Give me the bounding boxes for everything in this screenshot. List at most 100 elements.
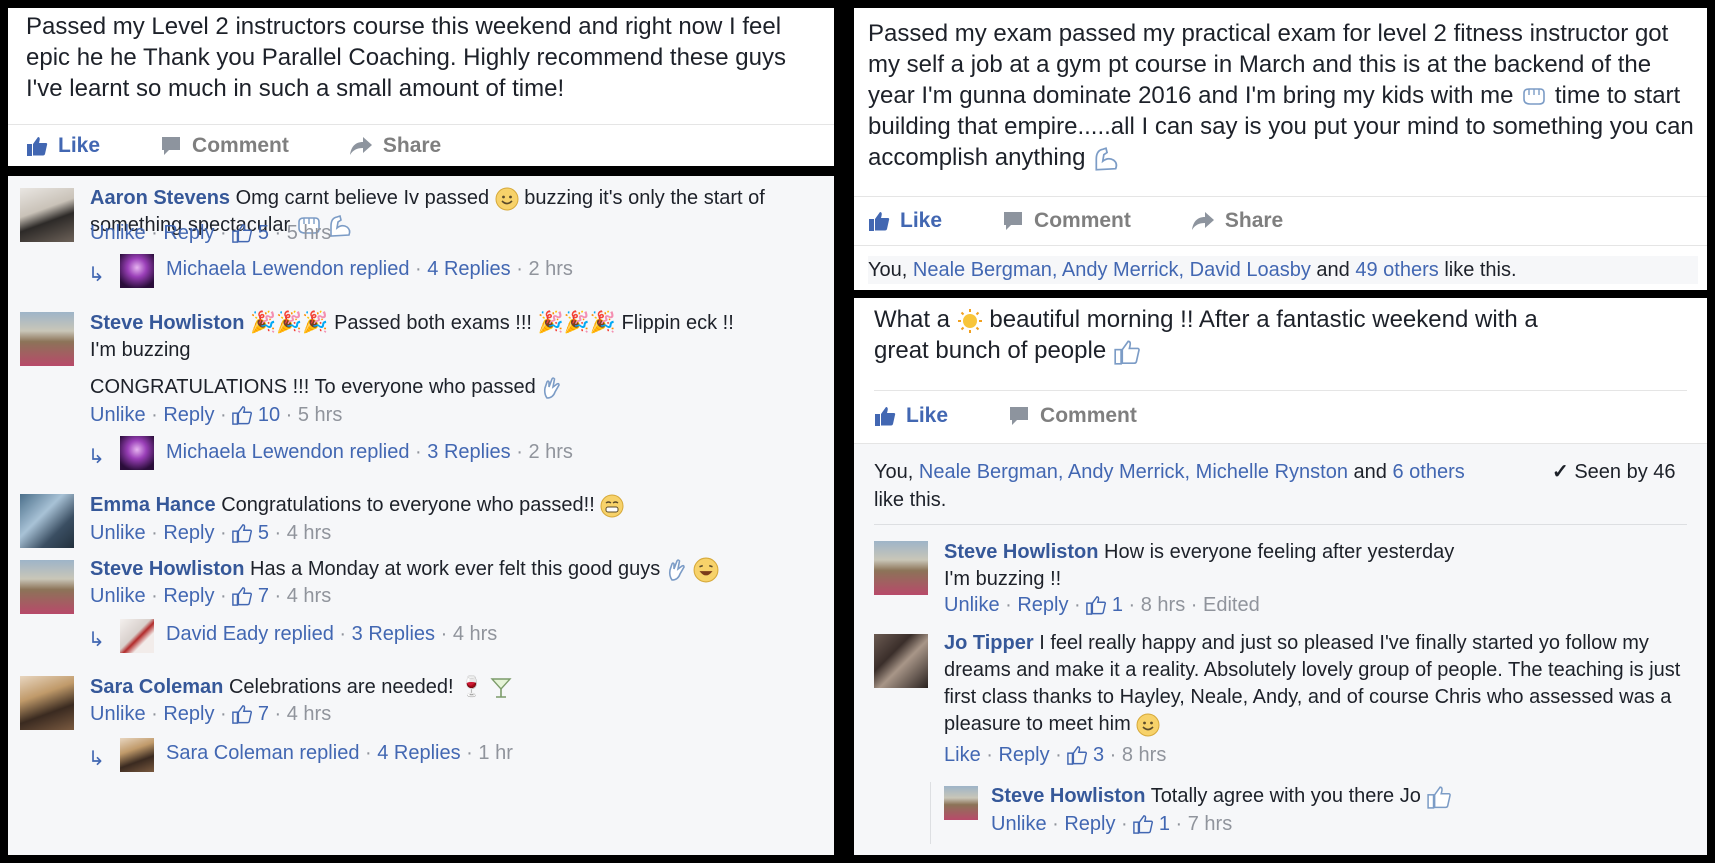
reply-link[interactable]: Reply <box>163 522 214 544</box>
avatar[interactable] <box>20 494 74 548</box>
seen-by[interactable]: ✓ Seen by 46 <box>1552 458 1676 486</box>
comment-time[interactable]: 5 hrs <box>298 404 342 426</box>
muscle-emoji-icon <box>1095 146 1118 171</box>
share-label: Share <box>382 134 442 157</box>
like-button[interactable]: Like <box>868 209 942 233</box>
liker-name[interactable]: Neale Bergman, <box>913 259 1058 281</box>
unlike-link[interactable]: Unlike <box>991 813 1047 835</box>
like-count[interactable]: 5 <box>258 222 269 244</box>
comment-time[interactable]: 8 hrs <box>1141 594 1185 616</box>
liker-name[interactable]: Michelle Rynston <box>1196 461 1348 483</box>
thumbs-up-icon <box>1086 596 1107 615</box>
avatar[interactable] <box>120 738 154 772</box>
post-text-part: Passed my exam passed my practical exam … <box>868 20 1669 109</box>
avatar[interactable] <box>874 634 928 688</box>
replies-link[interactable]: David Eady replied · 3 Replies · 4 hrs <box>166 623 497 646</box>
unlike-link[interactable]: Unlike <box>90 585 146 607</box>
avatar[interactable] <box>120 436 154 470</box>
avatar[interactable] <box>20 188 74 242</box>
commenter-name[interactable]: Steve Howliston <box>90 558 244 580</box>
unlike-link[interactable]: Unlike <box>90 222 146 244</box>
post-panel-3: Passed my exam passed my practical exam … <box>854 8 1707 290</box>
reply-arrow-icon: ↳ <box>88 748 105 770</box>
replies-link[interactable]: Michaela Lewendon replied · 3 Replies · … <box>166 441 573 464</box>
comment: Jo Tipper I feel really happy and just s… <box>944 630 1684 738</box>
avatar[interactable] <box>20 312 74 366</box>
liker-name[interactable]: Neale Bergman, <box>919 461 1064 483</box>
like-link[interactable]: Like <box>944 744 981 766</box>
comment-button[interactable]: Comment <box>1002 209 1131 233</box>
like-count[interactable]: 5 <box>258 522 269 544</box>
thumbs-up-emoji-icon <box>1114 340 1140 365</box>
comment-time[interactable]: 4 hrs <box>287 522 331 544</box>
comment: Sara Coleman Celebrations are needed! 🍷 <box>90 674 820 701</box>
reply-link[interactable]: Reply <box>1017 594 1068 616</box>
commenter-name[interactable]: Sara Coleman <box>90 676 223 698</box>
like-button[interactable]: Like <box>874 404 948 428</box>
comment-time[interactable]: 7 hrs <box>1188 813 1232 835</box>
grin-emoji-icon <box>600 494 624 518</box>
like-count[interactable]: 10 <box>258 404 280 426</box>
wine-glass-icon: 🍷 <box>459 676 485 698</box>
cocktail-icon <box>490 678 512 698</box>
commenter-name[interactable]: Emma Hance <box>90 494 216 516</box>
like-count[interactable]: 7 <box>258 703 269 725</box>
unlike-link[interactable]: Unlike <box>90 522 146 544</box>
unlike-link[interactable]: Unlike <box>90 404 146 426</box>
reply-link[interactable]: Reply <box>1064 813 1115 835</box>
like-count[interactable]: 1 <box>1112 594 1123 616</box>
avatar[interactable] <box>20 560 74 614</box>
like-count[interactable]: 3 <box>1093 744 1104 766</box>
avatar[interactable] <box>120 254 154 288</box>
liker-name[interactable]: David Loasby <box>1190 259 1311 281</box>
like-count[interactable]: 7 <box>258 585 269 607</box>
comment-time[interactable]: 4 hrs <box>287 585 331 607</box>
reply-link[interactable]: Reply <box>163 222 214 244</box>
fist-emoji-icon <box>1523 87 1545 105</box>
liker-name[interactable]: Andy Merrick, <box>1068 461 1190 483</box>
unlike-link[interactable]: Unlike <box>944 594 1000 616</box>
unlike-link[interactable]: Unlike <box>90 703 146 725</box>
avatar[interactable] <box>20 676 74 730</box>
commenter-name[interactable]: Steve Howliston <box>944 541 1098 563</box>
party-popper-icons: 🎉🎉🎉 <box>250 311 329 334</box>
reply-arrow-icon: ↳ <box>88 264 105 286</box>
thumbs-up-icon <box>869 212 890 231</box>
avatar[interactable] <box>944 786 978 820</box>
liker-name[interactable]: Andy Merrick, <box>1062 259 1184 281</box>
reply-link[interactable]: Reply <box>998 744 1049 766</box>
replies-link[interactable]: Sara Coleman replied · 4 Replies · 1 hr <box>166 742 513 765</box>
reply-count: 4 Replies <box>427 258 511 280</box>
comment-time[interactable]: 8 hrs <box>1122 744 1166 766</box>
reply-link[interactable]: Reply <box>163 404 214 426</box>
replies-link[interactable]: Michaela Lewendon replied · 4 Replies · … <box>166 258 573 281</box>
commenter-name[interactable]: Aaron Stevens <box>90 187 230 209</box>
avatar[interactable] <box>874 541 928 595</box>
laugh-emoji-icon <box>693 557 719 583</box>
comment-time[interactable]: 4 hrs <box>287 703 331 725</box>
comment-button[interactable]: Comment <box>1008 404 1137 428</box>
reply-arrow-icon: ↳ <box>88 446 105 468</box>
like-label: Like <box>906 404 949 427</box>
share-button[interactable]: Share <box>1191 209 1283 233</box>
likers-others-link[interactable]: 6 others <box>1392 461 1464 483</box>
edited-label[interactable]: Edited <box>1203 594 1260 616</box>
commenter-name[interactable]: Steve Howliston <box>991 785 1145 807</box>
like-count[interactable]: 1 <box>1159 813 1170 835</box>
comment: Emma Hance Congratulations to everyone w… <box>90 492 820 519</box>
comment-label: Comment <box>192 134 289 157</box>
avatar[interactable] <box>120 619 154 653</box>
likers-others-link[interactable]: 49 others <box>1355 259 1438 281</box>
likers-tail: like this. <box>1444 259 1517 281</box>
thumbs-up-icon <box>232 406 253 425</box>
reply-link[interactable]: Reply <box>163 703 214 725</box>
comment-meta: Unlike · Reply · 7 · 4 hrs <box>90 585 332 607</box>
comment-button[interactable]: Comment <box>160 134 289 158</box>
comment-meta: Unlike · Reply · 5 · 5 hrs <box>90 222 332 244</box>
share-button[interactable]: Share <box>349 134 441 158</box>
like-button[interactable]: Like <box>26 134 100 158</box>
comment-time[interactable]: 5 hrs <box>287 222 331 244</box>
commenter-name[interactable]: Steve Howliston <box>90 312 244 334</box>
commenter-name[interactable]: Jo Tipper <box>944 632 1034 654</box>
reply-link[interactable]: Reply <box>163 585 214 607</box>
